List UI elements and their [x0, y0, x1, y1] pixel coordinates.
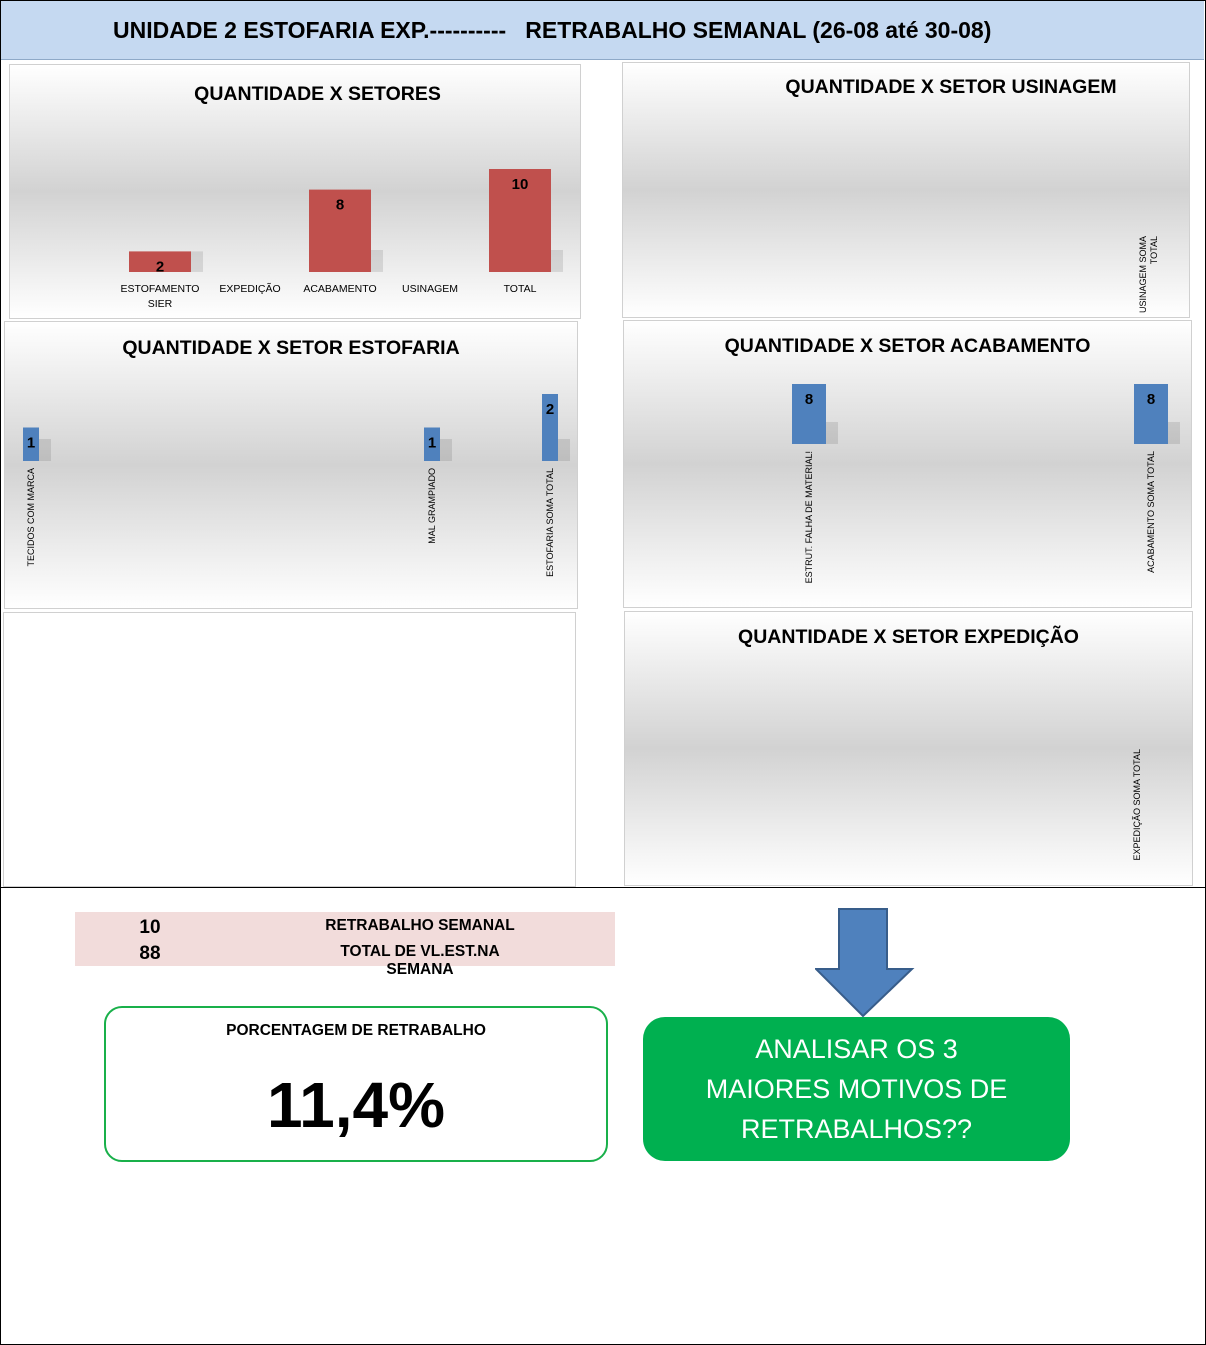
- tick-label: USINAGEM SOMA: [1138, 236, 1148, 313]
- bar-shadow: [371, 250, 383, 272]
- tick-label: ACABAMENTO SOMA TOTAL: [1146, 451, 1156, 573]
- chart-plot: EXPEDIÇÃO SOMA TOTAL: [1132, 749, 1142, 861]
- analysis-callout-text: ANALISAR OS 3 MAIORES MOTIVOS DE RETRABA…: [705, 1034, 1008, 1144]
- tick-label: TOTAL: [1149, 236, 1159, 264]
- data-label: 2: [546, 401, 554, 418]
- bar-shadow: [39, 439, 51, 461]
- tick-label: ACABAMENTO: [303, 283, 376, 295]
- weekly-total-value: 88: [139, 943, 161, 964]
- data-label: 8: [805, 391, 813, 408]
- chart-expedicao: QUANTIDADE X SETOR EXPEDIÇÃO EXPEDIÇÃO S…: [624, 611, 1193, 886]
- bar-shadow: [826, 422, 838, 444]
- chart-setores: QUANTIDADE X SETORES 2 ESTOFAMENTO SIER EXP…: [9, 64, 581, 319]
- tick-label: SIER: [148, 298, 173, 310]
- chart-acabamento: QUANTIDADE X SETOR ACABAMENTO 8 ESTRUT. F…: [623, 320, 1192, 608]
- tick-label: USINAGEM: [402, 283, 458, 295]
- tick-label: ESTOFARIA SOMA TOTAL: [545, 468, 555, 577]
- tick-label: TECIDOS COM MARCA: [26, 468, 36, 567]
- bar-shadow: [1168, 422, 1180, 444]
- weekly-rework-label: RETRABALHO SEMANAL: [325, 917, 515, 934]
- tick-label: TOTAL: [504, 283, 537, 295]
- chart-plot: 1 TECIDOS COM MARCA 1 MAL GRAMPIADO 2 ESTOFAR…: [23, 394, 570, 577]
- bar-shadow: [440, 439, 452, 461]
- bar-shadow: [558, 439, 570, 461]
- chart-usinagem: QUANTIDADE X SETOR USINAGEM USINAGEM SOM…: [622, 62, 1190, 318]
- rework-percentage-box: PORCENTAGEM DE RETRABALHO 11,4%: [104, 1006, 608, 1162]
- chart-plot: 8 ESTRUT. FALHA DE MATERIAL! 8 ACABAMENTO S…: [792, 384, 1180, 583]
- report-header: UNIDADE 2 ESTOFARIA EXP.---------- RETRA…: [1, 1, 1204, 60]
- bar-shadow: [191, 251, 203, 272]
- data-label: 1: [27, 435, 35, 452]
- weekly-total-label: TOTAL DE VL.EST.NA SEMANA: [340, 943, 500, 978]
- empty-chart-area: [3, 612, 576, 887]
- data-label: 10: [512, 176, 529, 193]
- tick-label: ESTOFAMENTO: [121, 283, 200, 295]
- chart-plot: 2 ESTOFAMENTO SIER EXPEDIÇÃO 8 ACABAMENTO USIN…: [121, 169, 563, 310]
- rework-percentage-value: 11,4%: [267, 1069, 445, 1141]
- tick-label: EXPEDIÇÃO SOMA TOTAL: [1132, 749, 1142, 861]
- data-label: 1: [428, 435, 436, 452]
- report-title: UNIDADE 2 ESTOFARIA EXP.---------- RETRA…: [113, 17, 992, 43]
- chart-estofaria: QUANTIDADE X SETOR ESTOFARIA 1 TECIDOS CO…: [4, 321, 578, 609]
- data-label: 2: [156, 258, 164, 275]
- chart-plot: USINAGEM SOMA TOTAL: [1138, 236, 1159, 313]
- tick-label: MAL GRAMPIADO: [427, 468, 437, 544]
- weekly-rework-value: 10: [139, 917, 161, 938]
- tick-label: EXPEDIÇÃO: [219, 282, 280, 295]
- analysis-callout: ANALISAR OS 3 MAIORES MOTIVOS DE RETRABA…: [643, 1017, 1070, 1161]
- rework-percentage-title: PORCENTAGEM DE RETRABALHO: [226, 1022, 486, 1039]
- tick-label: ESTRUT. FALHA DE MATERIAL!: [804, 451, 814, 583]
- data-label: 8: [336, 197, 344, 214]
- data-label: 8: [1147, 391, 1155, 408]
- bar-shadow: [551, 250, 563, 272]
- summary-table: 10 RETRABALHO SEMANAL 88 TOTAL DE VL.EST…: [75, 912, 615, 978]
- section-divider: [0, 887, 1206, 888]
- down-arrow-icon: [815, 908, 915, 1018]
